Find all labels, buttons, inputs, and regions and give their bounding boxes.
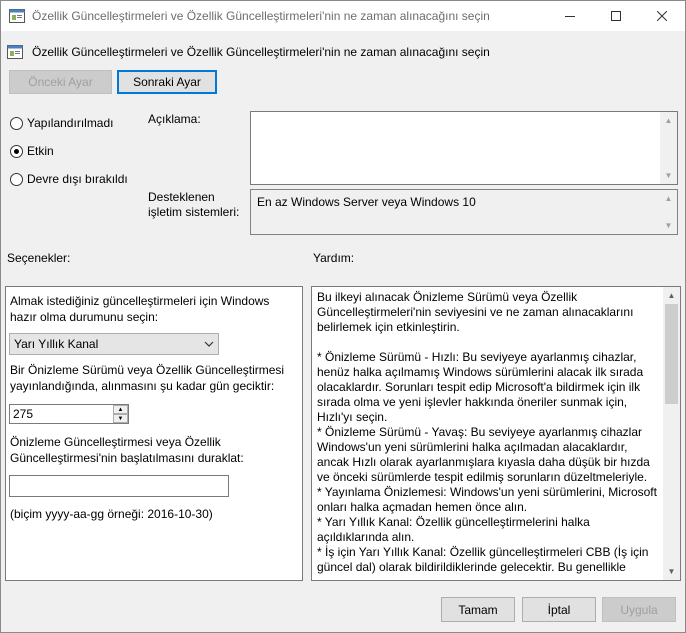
scroll-down-icon[interactable]: ▼ [663,563,680,580]
options-section-label: Seçenekler: [7,251,71,265]
policy-app-icon [9,9,25,26]
scroll-up-icon[interactable]: ▲ [663,287,680,304]
close-button[interactable] [639,1,685,31]
title-bar: Özellik Güncelleştirmeleri ve Özellik Gü… [1,1,685,31]
stepper-up-icon[interactable]: ▲ [113,405,128,414]
supported-os-field[interactable]: En az Windows Server veya Windows 10 ▲ ▼ [250,189,678,235]
radio-enabled-label: Etkin [27,144,54,158]
setting-icon [7,45,23,62]
cancel-button[interactable]: İptal [522,597,596,622]
help-paragraph: * Önizleme Sürümü - Yavaş: Bu seviyeye a… [317,425,650,484]
pause-date-input[interactable] [9,475,229,497]
description-field[interactable]: ▲ ▼ [250,111,678,185]
help-section-label: Yardım: [313,251,355,265]
ok-button[interactable]: Tamam [441,597,515,622]
help-paragraph: Bu ilkeyi alınacak Önizleme Sürümü veya … [317,290,634,334]
scroll-up-icon[interactable]: ▲ [660,112,677,129]
help-paragraph: * Önizleme Sürümü - Hızlı: Bu seviyeye a… [317,350,644,424]
scroll-up-icon[interactable]: ▲ [660,190,677,207]
channel-prompt: Almak istediğiniz güncelleştirmeleri içi… [10,294,270,324]
help-text: Bu ilkeyi alınacak Önizleme Sürümü veya … [317,290,662,575]
supported-label-line1: Desteklenen [148,190,215,204]
radio-disabled-label: Devre dışı bırakıldı [27,172,128,186]
stepper-down-icon[interactable]: ▼ [113,414,128,423]
help-scrollbar[interactable]: ▲ ▼ [663,287,680,580]
options-panel: Almak istediğiniz güncelleştirmeleri içi… [5,286,303,581]
radio-not-configured-circle[interactable] [10,116,23,130]
apply-button[interactable]: Uygula [602,597,676,622]
radio-enabled[interactable]: Etkin [10,144,54,158]
defer-days-stepper[interactable]: 275 ▲ ▼ [9,404,129,424]
previous-setting-button[interactable]: Önceki Ayar [9,70,112,94]
radio-not-configured-label: Yapılandırılmadı [27,116,114,130]
radio-enabled-circle[interactable] [10,144,23,158]
minimize-icon [565,16,575,17]
supported-os-value: En az Windows Server veya Windows 10 [257,195,476,209]
help-scroll-thumb[interactable] [665,304,678,404]
policy-dialog: Özellik Güncelleştirmeleri ve Özellik Gü… [0,0,686,633]
help-paragraph: * Yarı Yıllık Kanal: Özellik güncelleşti… [317,515,590,544]
close-icon [657,11,667,21]
radio-disabled-circle[interactable] [10,172,23,186]
help-panel: Bu ilkeyi alınacak Önizleme Sürümü veya … [311,286,681,581]
radio-not-configured[interactable]: Yapılandırılmadı [10,116,114,130]
supported-label-line2: işletim sistemleri: [148,205,240,219]
next-setting-button[interactable]: Sonraki Ayar [117,70,217,94]
channel-select-value: Yarı Yıllık Kanal [14,337,99,351]
minimize-button[interactable] [547,1,593,31]
defer-prompt: Bir Önizleme Sürümü veya Özellik Güncell… [10,363,285,393]
setting-title: Özellik Güncelleştirmeleri ve Özellik Gü… [32,45,490,59]
maximize-button[interactable] [593,1,639,31]
window-title: Özellik Güncelleştirmeleri ve Özellik Gü… [32,9,490,23]
supported-scrollbar[interactable]: ▲ ▼ [660,190,677,234]
maximize-icon [611,11,621,21]
pause-prompt: Önizleme Güncelleştirmesi veya Özellik G… [10,435,244,465]
stepper-buttons: ▲ ▼ [113,405,128,423]
description-scrollbar[interactable]: ▲ ▼ [660,112,677,184]
help-paragraph: * Yayınlama Önizlemesi: Windows'un yeni … [317,485,657,514]
radio-disabled[interactable]: Devre dışı bırakıldı [10,172,128,186]
scroll-down-icon[interactable]: ▼ [660,167,677,184]
chevron-down-icon [204,338,214,352]
defer-days-value: 275 [13,407,34,421]
date-format-hint: (biçim yyyy-aa-gg örneği: 2016-10-30) [10,507,213,521]
scroll-down-icon[interactable]: ▼ [660,217,677,234]
description-label: Açıklama: [148,112,201,126]
help-paragraph: * İş için Yarı Yıllık Kanal: Özellik gün… [317,545,649,574]
channel-select[interactable]: Yarı Yıllık Kanal [9,333,219,355]
